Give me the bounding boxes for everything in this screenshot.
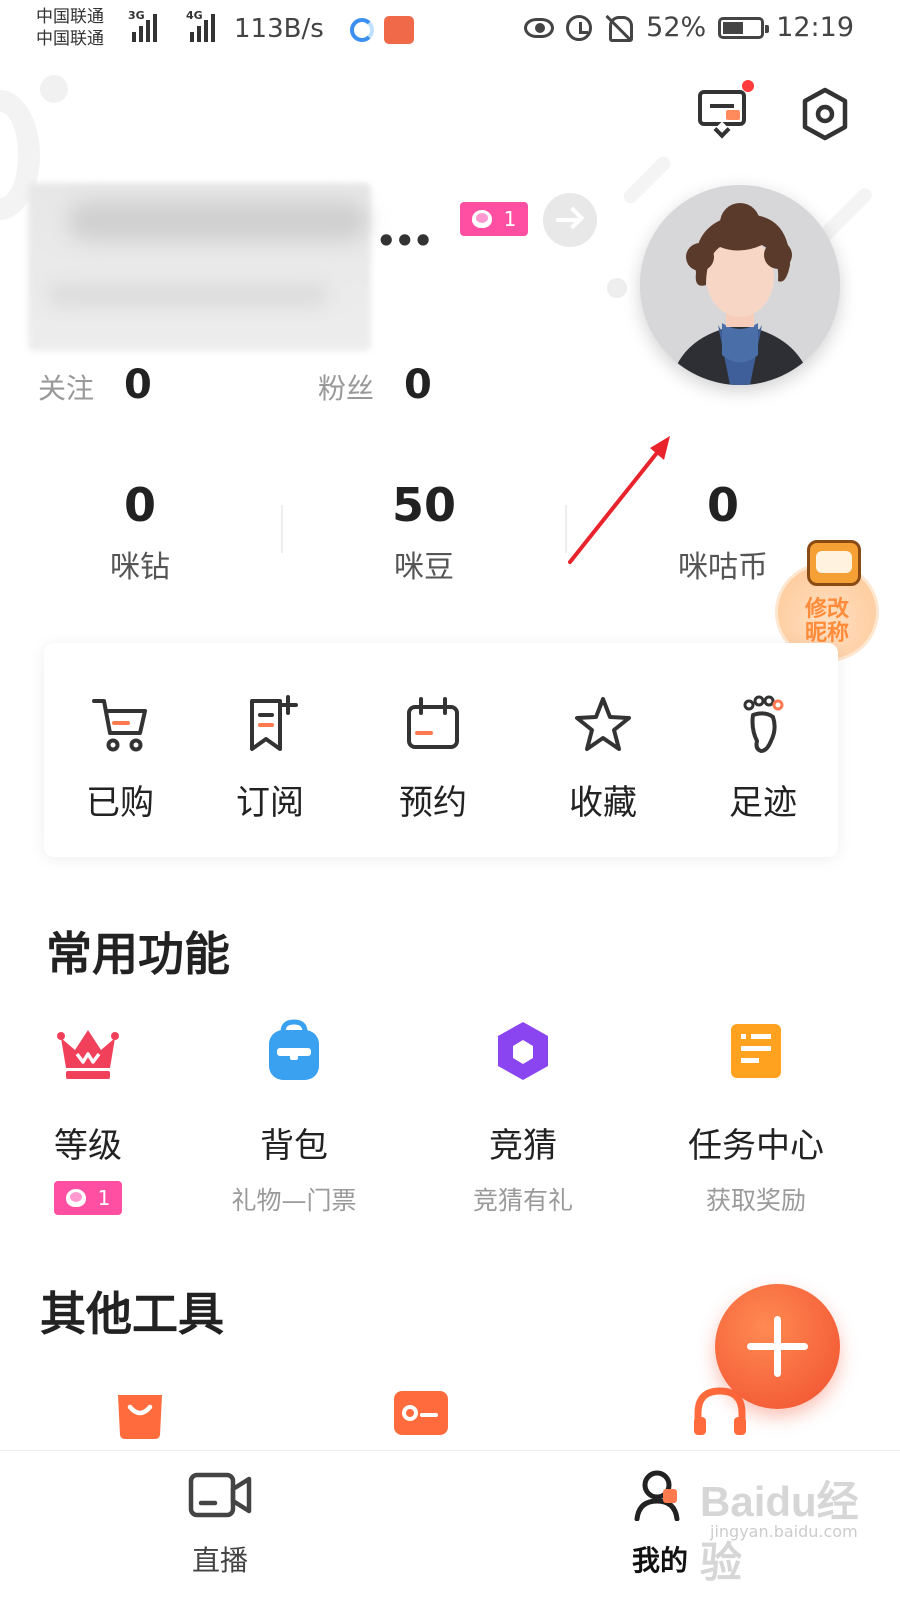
level-badge[interactable]: 1 bbox=[460, 202, 528, 236]
feature-subtitle: 礼物—门票 bbox=[231, 1186, 357, 1215]
nickname-ellipsis: ••• bbox=[376, 222, 433, 260]
background-decoration bbox=[620, 153, 674, 207]
level-badge: 1 bbox=[54, 1181, 122, 1215]
cart-icon bbox=[92, 699, 147, 752]
carrier-1: 中国联通 bbox=[36, 7, 104, 27]
quick-reserve[interactable]: 预约 bbox=[373, 693, 493, 824]
feature-subtitle: 竞猜有礼 bbox=[472, 1186, 573, 1215]
bell-mute-icon bbox=[604, 13, 634, 43]
clock: 12:19 bbox=[776, 12, 854, 43]
carrier-names: 中国联通 中国联通 bbox=[36, 6, 104, 50]
wallet-value: 50 bbox=[391, 478, 456, 532]
header-actions bbox=[696, 80, 850, 142]
divider bbox=[281, 505, 283, 553]
star-icon bbox=[575, 697, 631, 751]
watermark-url: jingyan.baidu.com bbox=[710, 1522, 858, 1541]
browser-app-icon bbox=[350, 18, 374, 42]
feature-guess[interactable]: 竞猜 竞猜有礼 bbox=[433, 1018, 613, 1217]
tab-live[interactable]: 直播 bbox=[140, 1469, 300, 1579]
quick-favorites[interactable]: 收藏 bbox=[543, 693, 663, 824]
wallet-value: 0 bbox=[123, 478, 156, 532]
alarm-icon bbox=[566, 14, 593, 41]
avatar[interactable] bbox=[640, 185, 840, 385]
feature-name: 等级 bbox=[54, 1126, 122, 1166]
wallet-label: 咪钻 bbox=[110, 550, 170, 585]
follow-count: 0 bbox=[124, 362, 152, 408]
battery-percent: 52% bbox=[646, 12, 707, 43]
quick-subscribe[interactable]: 订阅 bbox=[210, 693, 330, 824]
common-features-title: 常用功能 bbox=[46, 927, 230, 981]
background-decoration bbox=[607, 278, 627, 298]
wallet-value: 0 bbox=[706, 478, 739, 532]
quick-label: 已购 bbox=[86, 783, 154, 823]
divider bbox=[565, 505, 567, 553]
feature-name: 竞猜 bbox=[489, 1126, 557, 1166]
nickname-blurred[interactable] bbox=[28, 183, 371, 351]
wallet-diamond[interactable]: 0 咪钻 bbox=[0, 478, 280, 586]
bookmark-add-icon bbox=[250, 695, 298, 751]
other-tools-title: 其他工具 bbox=[40, 1287, 224, 1341]
robot-mascot-icon bbox=[807, 540, 861, 586]
crown-icon bbox=[57, 1030, 119, 1079]
avatar-illustration bbox=[640, 185, 840, 385]
signal-3g-icon: 3G bbox=[128, 9, 157, 42]
live-camera-icon bbox=[188, 1472, 252, 1518]
footprint-icon bbox=[743, 695, 784, 753]
ticket-icon[interactable] bbox=[392, 1385, 448, 1441]
level-badge-value: 1 bbox=[97, 1186, 111, 1210]
task-icon bbox=[731, 1024, 781, 1078]
carrier-2: 中国联通 bbox=[36, 29, 104, 49]
wallet-beans[interactable]: 50 咪豆 bbox=[284, 478, 564, 586]
signal-4g-icon: 4G bbox=[186, 9, 215, 42]
feature-subtitle: 获取奖励 bbox=[705, 1186, 806, 1215]
feature-level[interactable]: 等级 1 bbox=[0, 1018, 178, 1215]
message-button[interactable] bbox=[696, 80, 754, 139]
quick-label: 订阅 bbox=[236, 783, 304, 823]
quick-label: 预约 bbox=[399, 783, 467, 823]
feature-name: 任务中心 bbox=[688, 1126, 824, 1166]
app-notification-icon bbox=[384, 16, 414, 44]
fans-count: 0 bbox=[404, 362, 432, 408]
hexagon-icon bbox=[498, 1022, 548, 1080]
level-badge-value: 1 bbox=[503, 207, 517, 231]
quick-actions-card: 已购 订阅 预约 收藏 足迹 bbox=[44, 643, 838, 857]
shopping-bag-icon[interactable] bbox=[112, 1385, 168, 1441]
edit-nickname-label: 修改 昵称 bbox=[804, 597, 849, 646]
quick-footprints[interactable]: 足迹 bbox=[703, 693, 823, 824]
battery-icon bbox=[718, 16, 770, 39]
feature-name: 背包 bbox=[260, 1126, 328, 1166]
settings-hex-icon bbox=[802, 87, 848, 141]
quick-purchased[interactable]: 已购 bbox=[60, 693, 180, 824]
status-right: 52% 12:19 bbox=[524, 12, 854, 43]
backpack-icon bbox=[269, 1019, 319, 1080]
tab-label: 直播 bbox=[191, 1544, 248, 1577]
status-bar: 中国联通 中国联通 3G 4G 113B/s 52% 12:19 bbox=[0, 0, 900, 62]
wallet-label: 咪豆 bbox=[394, 550, 454, 585]
eye-comfort-icon bbox=[524, 17, 555, 38]
net-speed: 113B/s bbox=[234, 14, 324, 44]
create-plus-button[interactable] bbox=[715, 1284, 840, 1409]
calendar-icon bbox=[407, 697, 459, 749]
feature-task-center[interactable]: 任务中心 获取奖励 bbox=[666, 1018, 846, 1217]
heart-icon bbox=[471, 210, 492, 228]
quick-label: 足迹 bbox=[729, 783, 797, 823]
fans-label: 粉丝 bbox=[318, 372, 375, 405]
follow-label: 关注 bbox=[38, 372, 95, 405]
profile-arrow-button[interactable] bbox=[543, 193, 597, 247]
heart-icon bbox=[65, 1189, 86, 1207]
user-icon bbox=[634, 1470, 680, 1522]
unread-dot bbox=[742, 80, 754, 92]
fans-stat[interactable]: 粉丝 0 bbox=[318, 362, 432, 408]
quick-label: 收藏 bbox=[569, 783, 637, 823]
background-decoration bbox=[40, 75, 68, 103]
feature-backpack[interactable]: 背包 礼物—门票 bbox=[204, 1018, 384, 1217]
follow-stat[interactable]: 关注 0 bbox=[38, 362, 152, 408]
settings-button[interactable] bbox=[800, 86, 850, 142]
